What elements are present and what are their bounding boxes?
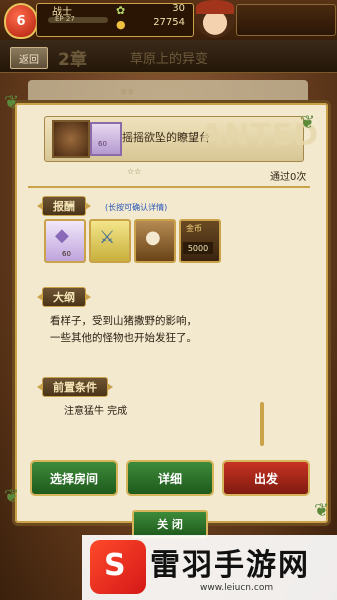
back-button[interactable]: 返回 (10, 47, 48, 69)
bag-icon: ● (145, 227, 161, 248)
go-button[interactable]: 出发 (222, 460, 310, 496)
brand-name: 雷羽手游网 (150, 548, 310, 583)
rewards-label: 报酬 (37, 196, 91, 216)
brand-logo-icon: S (104, 548, 126, 583)
close-button[interactable]: 关 闭 (132, 510, 208, 538)
coin-icon: ● (116, 18, 126, 31)
prerequisite-text: 注意猛牛 完成 (64, 406, 128, 417)
level-badge: 6 (4, 3, 38, 39)
leaf-decoration-icon: ❦ (4, 486, 20, 507)
leaf-icon: ✿ (116, 4, 126, 17)
stage-monster-thumb (52, 120, 90, 158)
top-right-panel (236, 4, 336, 36)
stamina-value: 30 (172, 3, 185, 14)
prerequisite-label: 前置条件 (37, 377, 113, 397)
clear-count: 通过0次 (270, 172, 307, 183)
crystal-icon: ◆ (55, 225, 69, 246)
sword-icon: ⚔ (99, 227, 116, 248)
outline-line-2: 一些其他的怪物也开始发狂了。 (50, 332, 197, 344)
background-stars: ☆☆ (120, 87, 135, 96)
scrollbar[interactable] (260, 402, 264, 446)
stage-name: 摇摇欲坠的瞭望台 (122, 131, 210, 144)
leaf-decoration-icon: ❦ (4, 92, 20, 113)
leaf-decoration-icon: ❦ (314, 500, 330, 521)
gold-icon: 金币 (186, 224, 202, 233)
reward-crystal-count: 60 (62, 250, 71, 258)
brand-url: www.leiucn.com (200, 583, 274, 593)
exp-text: EP 27 (55, 15, 75, 23)
select-room-button[interactable]: 选择房间 (30, 460, 118, 496)
outline-line-1: 看样子，受到山猪撒野的影响， (50, 315, 197, 327)
rewards-hint: (长按可确认详情) (105, 203, 168, 212)
stage-stars: ☆☆ (127, 167, 142, 176)
stage-thumb-count: 60 (98, 140, 107, 148)
outline-label: 大纲 (37, 287, 91, 307)
chapter-title: 草原上的异变 (130, 52, 209, 67)
gold-value: 27754 (153, 17, 185, 28)
crystal-icon (90, 122, 122, 156)
leaf-decoration-icon: ❦ (300, 112, 316, 133)
avatar-hat (196, 0, 234, 14)
chapter-number: 2章 (58, 50, 87, 70)
detail-button[interactable]: 详细 (126, 460, 214, 496)
divider (28, 186, 310, 188)
reward-gold-amount: 5000 (183, 242, 213, 254)
